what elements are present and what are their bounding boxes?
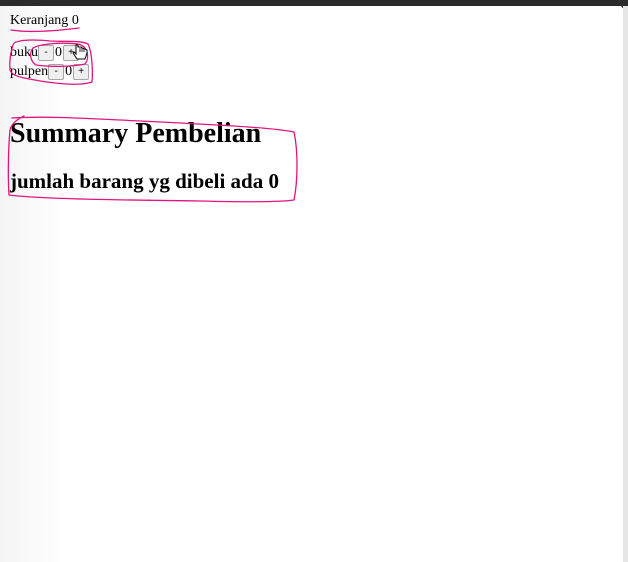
cart-summary: Keranjang 0 — [10, 13, 79, 29]
page-content: Keranjang 0 buku - 0 + pulpen - 0 + Summ… — [0, 0, 623, 562]
item-row-pulpen: pulpen - 0 + — [10, 64, 90, 80]
item-quantity: 0 — [55, 45, 62, 60]
increment-button[interactable]: + — [73, 64, 90, 80]
item-row-buku: buku - 0 + — [10, 45, 79, 61]
window-right-edge — [623, 6, 628, 562]
cart-count: 0 — [71, 13, 79, 28]
summary-text: jumlah barang yg dibeli ada 0 — [10, 169, 279, 193]
hand-cursor-icon — [72, 44, 88, 60]
item-label: pulpen — [10, 64, 49, 79]
summary-title: Summary Pembelian — [10, 118, 262, 149]
cart-label: Keranjang — [10, 13, 69, 28]
item-quantity: 0 — [65, 64, 73, 79]
item-label: buku — [10, 45, 38, 60]
decrement-button[interactable]: - — [38, 45, 54, 61]
decrement-button[interactable]: - — [48, 64, 65, 80]
